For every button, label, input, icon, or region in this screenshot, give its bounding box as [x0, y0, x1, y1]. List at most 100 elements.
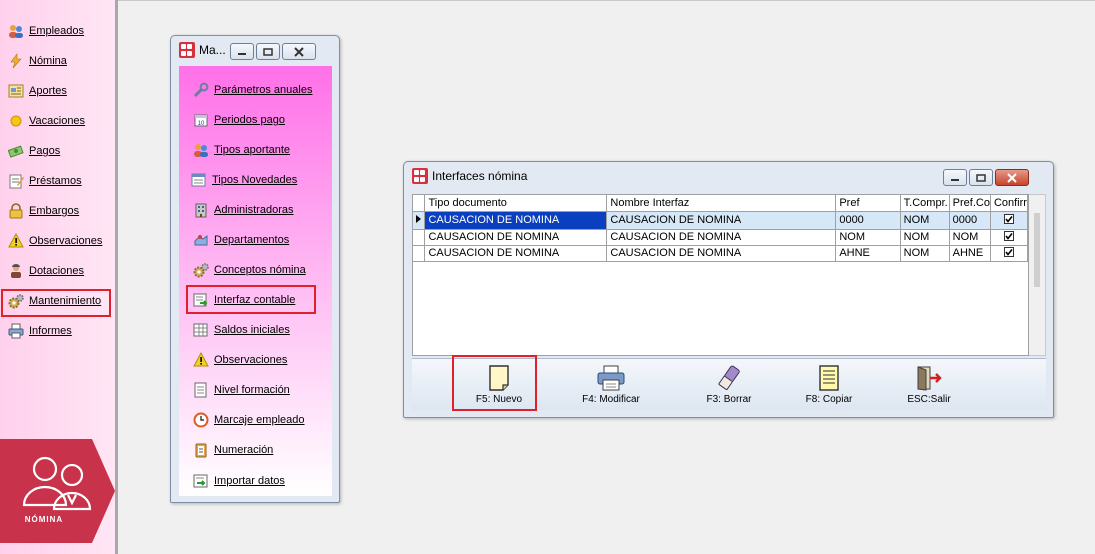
menu-item-periodos-pago[interactable]: 10 Periodos pago — [193, 110, 343, 130]
cell-tcompr[interactable]: NOM — [900, 229, 950, 246]
interfaces-toolbar: F5: Nuevo F4: Modificar F3: Borrar F8: C… — [412, 358, 1046, 410]
sidebar-item-embargos[interactable]: Embargos — [8, 201, 112, 221]
menu-item-marcaje-empleado[interactable]: Marcaje empleado — [193, 410, 343, 430]
sidebar-item-vacaciones[interactable]: Vacaciones — [8, 111, 112, 131]
sidebar-item-empleados[interactable]: Empleados — [8, 21, 112, 41]
sidebar-item-informes[interactable]: Informes — [8, 321, 112, 341]
grid-vertical-scrollbar[interactable] — [1029, 194, 1046, 356]
menu-item-administradoras[interactable]: Administradoras — [193, 200, 343, 220]
lock-icon — [8, 203, 24, 219]
interfaces-nomina-window[interactable]: Interfaces nómina Tipo documento Nombre — [403, 161, 1054, 418]
table-row[interactable]: CAUSACION DE NOMINA CAUSACION DE NOMINA … — [413, 211, 1028, 230]
sidebar-item-observaciones[interactable]: Observaciones — [8, 231, 112, 251]
column-header[interactable]: Confirr — [990, 195, 1028, 212]
exit-door-icon — [916, 364, 942, 392]
nuevo-button[interactable]: F5: Nuevo — [457, 361, 541, 409]
printer-icon — [8, 323, 24, 339]
cell-tcompr[interactable]: NOM — [900, 245, 950, 262]
cell-tipo-documento[interactable]: CAUSACION DE NOMINA — [424, 245, 608, 262]
cell-nombre-interfaz[interactable]: CAUSACION DE NOMINA — [606, 211, 837, 230]
minimize-button[interactable] — [230, 43, 254, 60]
menu-item-label: Importar datos — [214, 475, 285, 487]
cell-tcompr[interactable]: NOM — [900, 211, 950, 230]
menu-item-interfaz-contable[interactable]: Interfaz contable — [193, 290, 343, 310]
menu-item-numeracion[interactable]: Numeración — [193, 440, 343, 460]
window-title: Interfaces nómina — [432, 169, 528, 183]
cell-tipo-documento[interactable]: CAUSACION DE NOMINA — [424, 211, 608, 230]
cell-nombre-interfaz[interactable]: CAUSACION DE NOMINA — [606, 229, 837, 246]
menu-item-conceptos-nomina[interactable]: Conceptos nómina — [193, 260, 343, 280]
cell-pref[interactable]: AHNE — [835, 245, 901, 262]
cell-pref[interactable]: NOM — [835, 229, 901, 246]
maximize-button[interactable] — [256, 43, 280, 60]
sidebar-item-mantenimiento[interactable]: Mantenimiento — [8, 291, 112, 311]
mantenimiento-window[interactable]: Ma... Parámetros anuales 10 Periodos pag… — [170, 35, 340, 503]
confirm-checkbox[interactable] — [1003, 231, 1014, 241]
menu-item-label: Numeración — [214, 444, 274, 456]
mantenimiento-titlebar[interactable]: Ma... — [171, 36, 339, 64]
cell-confirm[interactable] — [990, 245, 1028, 262]
table-row[interactable]: CAUSACION DE NOMINA CAUSACION DE NOMINA … — [413, 245, 1028, 262]
people-icon — [193, 142, 209, 158]
mantenimiento-menu: Parámetros anuales 10 Periodos pago Tipo… — [179, 66, 332, 496]
people-icon — [8, 23, 24, 39]
new-document-icon — [488, 364, 510, 392]
cell-prefco[interactable]: 0000 — [949, 211, 991, 230]
menu-item-importar-datos[interactable]: Importar datos — [193, 471, 343, 491]
cell-confirm[interactable] — [990, 211, 1028, 230]
interfaces-grid[interactable]: Tipo documento Nombre Interfaz Pref T.Co… — [412, 194, 1029, 356]
sidebar-item-label: Embargos — [29, 205, 80, 217]
sidebar-item-nomina[interactable]: Nómina — [8, 51, 112, 71]
toolbar-label: F8: Copiar — [805, 394, 853, 405]
column-header[interactable]: Nombre Interfaz — [606, 195, 837, 212]
minimize-button[interactable] — [943, 169, 967, 186]
menu-item-label: Departamentos — [214, 234, 290, 246]
menu-item-label: Observaciones — [214, 354, 288, 366]
menu-item-parametros-anuales[interactable]: Parámetros anuales — [193, 80, 343, 100]
menu-item-tipos-aportante[interactable]: Tipos aportante — [193, 140, 343, 160]
maximize-button[interactable] — [969, 169, 993, 186]
cell-confirm[interactable] — [990, 229, 1028, 246]
copiar-button[interactable]: F8: Copiar — [787, 361, 871, 409]
cell-pref[interactable]: 0000 — [835, 211, 901, 230]
salir-button[interactable]: ESC:Salir — [887, 361, 971, 409]
menu-item-observaciones[interactable]: Observaciones — [193, 350, 343, 370]
column-header[interactable]: Pref.Co — [949, 195, 991, 212]
app-icon — [179, 42, 195, 58]
sun-icon — [8, 113, 24, 129]
cell-prefco[interactable]: AHNE — [949, 245, 991, 262]
cell-nombre-interfaz[interactable]: CAUSACION DE NOMINA — [606, 245, 837, 262]
column-header[interactable]: Tipo documento — [424, 195, 608, 212]
sidebar-item-label: Observaciones — [29, 235, 103, 247]
sidebar-item-aportes[interactable]: Aportes — [8, 81, 112, 101]
scrollbar-thumb[interactable] — [1034, 213, 1040, 287]
grid-icon — [193, 322, 209, 338]
confirm-checkbox[interactable] — [1003, 247, 1014, 257]
sidebar-item-label: Aportes — [29, 85, 67, 97]
worker-icon — [8, 263, 24, 279]
menu-item-label: Administradoras — [214, 204, 294, 216]
sidebar-item-pagos[interactable]: Pagos — [8, 141, 112, 161]
interfaces-titlebar[interactable]: Interfaces nómina — [404, 162, 1053, 190]
menu-item-nivel-formacion[interactable]: Nivel formación — [193, 380, 343, 400]
cell-prefco[interactable]: NOM — [949, 229, 991, 246]
close-button[interactable] — [995, 169, 1029, 186]
close-button[interactable] — [282, 43, 316, 60]
sidebar-item-label: Mantenimiento — [29, 295, 102, 307]
menu-item-departamentos[interactable]: Departamentos — [193, 230, 343, 250]
cell-tipo-documento[interactable]: CAUSACION DE NOMINA — [424, 229, 608, 246]
sidebar-item-dotaciones[interactable]: Dotaciones — [8, 261, 112, 281]
sidebar-item-prestamos[interactable]: Préstamos — [8, 171, 112, 191]
confirm-checkbox[interactable] — [1003, 214, 1014, 224]
maximize-icon — [976, 173, 986, 182]
window-title: Ma... — [199, 43, 226, 57]
column-header[interactable]: T.Compr. — [900, 195, 950, 212]
toolbar-label: ESC:Salir — [907, 394, 951, 405]
menu-item-tipos-novedades[interactable]: Tipos Novedades — [191, 170, 341, 190]
menu-item-saldos-iniciales[interactable]: Saldos iniciales — [193, 320, 343, 340]
column-header[interactable]: Pref — [835, 195, 901, 212]
sidebar-item-label: Dotaciones — [29, 265, 85, 277]
modificar-button[interactable]: F4: Modificar — [569, 361, 653, 409]
borrar-button[interactable]: F3: Borrar — [687, 361, 771, 409]
table-row[interactable]: CAUSACION DE NOMINA CAUSACION DE NOMINA … — [413, 229, 1028, 246]
